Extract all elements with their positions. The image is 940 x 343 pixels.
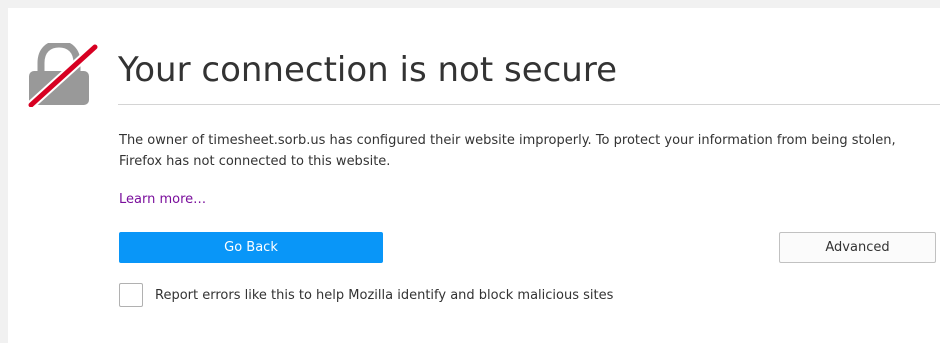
report-errors-checkbox[interactable] bbox=[119, 283, 143, 307]
advanced-button[interactable]: Advanced bbox=[779, 232, 936, 263]
certificate-error-page: Your connection is not secure The owner … bbox=[0, 0, 940, 343]
error-description: The owner of timesheet.sorb.us has confi… bbox=[119, 133, 896, 169]
report-errors-label[interactable]: Report errors like this to help Mozilla … bbox=[155, 288, 613, 303]
report-errors-row: Report errors like this to help Mozilla … bbox=[119, 282, 613, 308]
title-divider bbox=[118, 104, 940, 105]
go-back-button[interactable]: Go Back bbox=[119, 232, 383, 263]
page-title: Your connection is not secure bbox=[118, 50, 618, 90]
learn-more-link[interactable]: Learn more… bbox=[119, 191, 206, 209]
broken-lock-icon bbox=[26, 40, 100, 110]
